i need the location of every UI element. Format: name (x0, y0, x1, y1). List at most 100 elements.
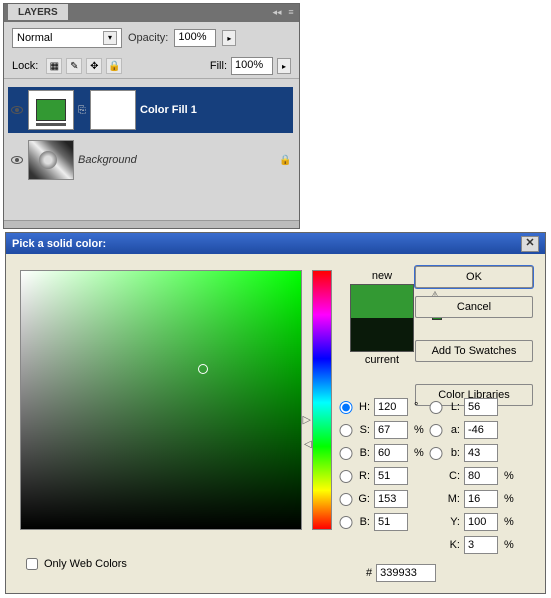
opacity-label: Opacity: (128, 32, 168, 44)
h-unit: ° (412, 401, 426, 413)
k-unit: % (502, 539, 516, 551)
s-unit: % (412, 424, 426, 436)
lock-transparency-icon[interactable]: ▦ (46, 58, 62, 74)
ok-button[interactable]: OK (415, 266, 533, 288)
collapse-icon[interactable]: ◂◂ (271, 6, 283, 18)
saturation-value-field[interactable]: ▷ (20, 270, 302, 530)
k-input[interactable] (464, 536, 498, 554)
lock-position-icon[interactable]: ✥ (86, 58, 102, 74)
layer-row[interactable]: ⎘ Color Fill 1 (8, 87, 293, 133)
r-radio[interactable] (338, 470, 354, 483)
color-swatch (350, 284, 414, 352)
lb-input[interactable] (464, 444, 498, 462)
mask-thumbnail[interactable] (90, 90, 136, 130)
rb-label: B: (356, 516, 372, 528)
eye-icon[interactable] (11, 106, 23, 114)
s-input[interactable] (374, 421, 408, 439)
opacity-flyout-icon[interactable]: ▸ (222, 30, 236, 46)
layers-tab[interactable]: LAYERS (8, 4, 68, 20)
m-unit: % (502, 493, 516, 505)
sv-cursor-icon (198, 364, 208, 374)
hex-row: # (366, 564, 436, 582)
fill-label: Fill: (210, 60, 227, 72)
dialog-title: Pick a solid color: (12, 238, 106, 250)
a-label: a: (446, 424, 462, 436)
lb-radio[interactable] (428, 447, 444, 460)
layer-list: ⎘ Color Fill 1 Background 🔒 (4, 79, 299, 187)
hue-slider[interactable]: ◁ (312, 270, 332, 530)
rb-radio[interactable] (338, 516, 354, 529)
c-input[interactable] (464, 467, 498, 485)
l-label: L: (446, 401, 462, 413)
layer-row[interactable]: Background 🔒 (6, 137, 295, 183)
chevron-down-icon: ▾ (103, 31, 117, 45)
bb-radio[interactable] (338, 447, 354, 460)
r-label: R: (356, 470, 372, 482)
a-radio[interactable] (428, 424, 444, 437)
y-label: Y: (446, 516, 462, 528)
blend-row: Normal ▾ Opacity: 100% ▸ (4, 22, 299, 54)
new-color-swatch (351, 285, 413, 318)
layer-thumbnail[interactable] (28, 90, 74, 130)
s-label: S: (356, 424, 372, 436)
new-label: new (340, 270, 424, 282)
h-radio[interactable] (338, 401, 354, 414)
g-label: G: (356, 493, 372, 505)
current-label: current (340, 354, 424, 366)
cancel-button[interactable]: Cancel (415, 296, 533, 318)
m-label: M: (446, 493, 462, 505)
l-radio[interactable] (428, 401, 444, 414)
link-icon[interactable]: ⎘ (78, 105, 86, 116)
g-input[interactable] (374, 490, 408, 508)
h-input[interactable] (374, 398, 408, 416)
lock-row: Lock: ▦ ✎ ✥ 🔒 Fill: 100% ▸ (4, 54, 299, 79)
layers-panel: LAYERS ◂◂ ≡ Normal ▾ Opacity: 100% ▸ Loc… (3, 3, 300, 229)
layer-name[interactable]: Background (78, 154, 275, 166)
add-swatch-button[interactable]: Add To Swatches (415, 340, 533, 362)
bb-input[interactable] (374, 444, 408, 462)
k-label: K: (446, 539, 462, 551)
fill-flyout-icon[interactable]: ▸ (277, 58, 291, 74)
fill-input[interactable]: 100% (231, 57, 273, 75)
panel-menu-icon[interactable]: ≡ (285, 6, 297, 18)
lock-indicator-icon: 🔒 (279, 155, 291, 166)
s-radio[interactable] (338, 424, 354, 437)
hue-pointer-icon: ◁ (304, 439, 312, 450)
l-input[interactable] (464, 398, 498, 416)
y-unit: % (502, 516, 516, 528)
lb-label: b: (446, 447, 462, 459)
lock-label: Lock: (12, 60, 38, 72)
lock-all-icon[interactable]: 🔒 (106, 58, 122, 74)
web-colors-label: Only Web Colors (44, 558, 127, 570)
close-icon[interactable]: ✕ (521, 236, 539, 252)
current-color-swatch[interactable] (351, 318, 413, 351)
panel-tab-bar: LAYERS ◂◂ ≡ (4, 4, 299, 22)
c-label: C: (446, 470, 462, 482)
sv-pointer-icon: ▷ (303, 413, 311, 426)
lock-paint-icon[interactable]: ✎ (66, 58, 82, 74)
numeric-inputs: H: ° L: S:% a: B:% b: R: C:% G: M:% B: Y:… (338, 398, 538, 554)
hex-label: # (366, 567, 372, 579)
panel-footer (4, 220, 299, 228)
h-label: H: (356, 401, 372, 413)
blend-mode-select[interactable]: Normal ▾ (12, 28, 122, 48)
layer-name[interactable]: Color Fill 1 (140, 104, 291, 116)
r-input[interactable] (374, 467, 408, 485)
m-input[interactable] (464, 490, 498, 508)
color-picker-dialog: Pick a solid color: ✕ ▷ ◁ new current ⚠ … (5, 232, 546, 594)
rb-input[interactable] (374, 513, 408, 531)
dialog-titlebar[interactable]: Pick a solid color: ✕ (6, 232, 545, 254)
blend-mode-value: Normal (17, 32, 52, 44)
y-input[interactable] (464, 513, 498, 531)
opacity-input[interactable]: 100% (174, 29, 216, 47)
bb-unit: % (412, 447, 426, 459)
c-unit: % (502, 470, 516, 482)
web-colors-row: Only Web Colors (26, 558, 127, 570)
g-radio[interactable] (338, 493, 354, 506)
web-colors-checkbox[interactable] (26, 558, 38, 570)
layer-thumbnail[interactable] (28, 140, 74, 180)
a-input[interactable] (464, 421, 498, 439)
bb-label: B: (356, 447, 372, 459)
hex-input[interactable] (376, 564, 436, 582)
eye-icon[interactable] (11, 156, 23, 164)
